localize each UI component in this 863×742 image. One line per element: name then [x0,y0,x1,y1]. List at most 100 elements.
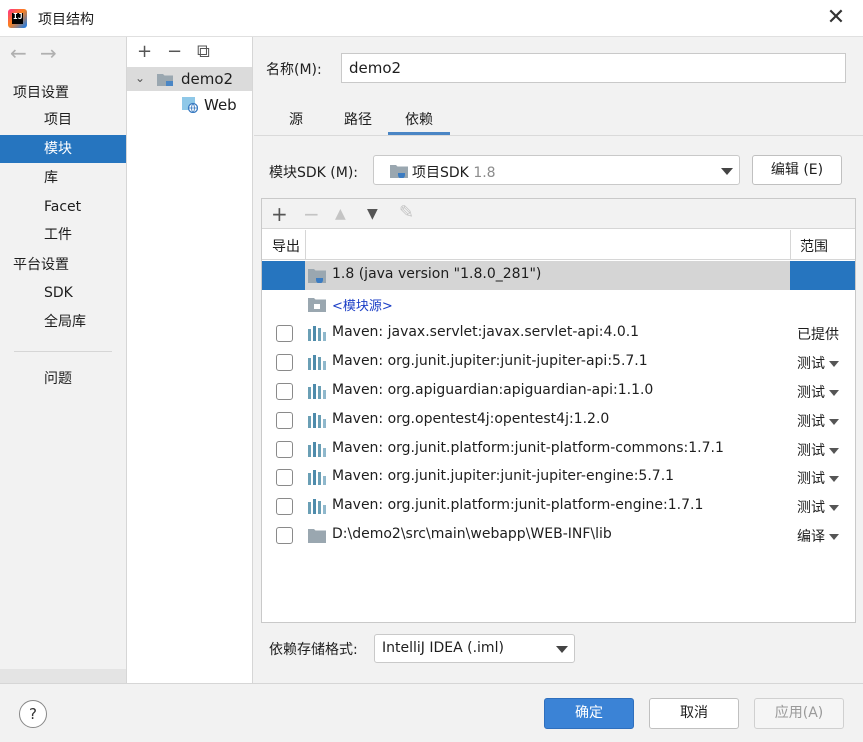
settings-sidebar: ← → 项目设置 项目 模块 库 Facet 工件 平台设置 SDK 全局库 问题 [0,37,127,683]
dialog-button-bar: ? 确定 取消 应用(A) [0,683,863,742]
dependency-label: Maven: org.opentest4j:opentest4j:1.2.0 [332,411,610,427]
move-up-icon[interactable]: ▲ [335,206,346,222]
scope-dropdown[interactable]: 测试 [797,440,839,460]
column-divider [790,230,791,260]
chevron-down-icon [829,361,839,367]
dependency-row-sdk[interactable]: 1.8 (java version "1.8.0_281") [262,261,855,290]
module-sdk-label: 模块SDK (M): [269,165,359,181]
module-settings-panel: 名称(M): demo2 源 路径 依赖 模块SDK (M): 项目SDK 1.… [254,37,863,683]
scope-dropdown[interactable]: 测试 [797,497,839,517]
dependency-row-maven[interactable]: Maven: org.junit.platform:junit-platform… [262,435,855,464]
maven-library-icon [308,499,326,514]
dependency-row-maven[interactable]: Maven: org.junit.jupiter:junit-jupiter-e… [262,463,855,492]
module-sdk-select[interactable]: 项目SDK 1.8 [373,155,740,185]
intellij-app-icon: IJ [8,9,27,28]
scope-dropdown[interactable]: 编译 [797,526,839,546]
dependency-label: Maven: org.junit.platform:junit-platform… [332,497,704,513]
module-folder-icon [157,74,173,86]
dependency-label: D:\demo2\src\main\webapp\WEB-INF\lib [332,526,612,542]
apply-button[interactable]: 应用(A) [754,698,844,729]
dependency-row-maven[interactable]: Maven: javax.servlet:javax.servlet-api:4… [262,319,855,348]
edit-sdk-button[interactable]: 编辑 (E) [752,155,842,185]
export-checkbox[interactable] [276,498,293,515]
dependency-label: <模块源> [332,299,393,314]
dependency-row-maven[interactable]: Maven: org.junit.platform:junit-platform… [262,492,855,521]
remove-icon[interactable]: − [303,202,320,226]
chevron-down-icon [829,476,839,482]
web-facet-icon [182,97,198,113]
export-checkbox[interactable] [276,354,293,371]
nav-arrows: ← → [10,41,70,65]
scope-dropdown[interactable]: 测试 [797,411,839,431]
export-checkbox[interactable] [276,412,293,429]
help-icon[interactable]: ? [19,700,47,728]
copy-icon[interactable]: ⧉ [197,41,227,62]
scope-dropdown[interactable]: 测试 [797,382,839,402]
chevron-down-icon [556,646,568,653]
source-folder-icon [308,298,326,312]
column-header-export[interactable]: 导出 [272,236,300,256]
edit-pencil-icon[interactable]: ✎ [399,202,414,223]
sidebar-item-artifacts[interactable]: 工件 [0,221,126,249]
dependency-label: Maven: org.apiguardian:apiguardian-api:1… [332,382,654,398]
chevron-down-icon [829,390,839,396]
move-down-icon[interactable]: ▼ [367,206,378,222]
column-divider [305,230,306,260]
forward-arrow-icon[interactable]: → [40,41,70,65]
chevron-down-icon [829,505,839,511]
tree-node-module[interactable]: ⌄ demo2 [127,67,252,91]
chevron-down-icon [829,419,839,425]
sdk-value: 项目SDK [412,165,469,181]
dependency-row-maven[interactable]: Maven: org.apiguardian:apiguardian-api:1… [262,377,855,406]
dependency-label: Maven: org.junit.jupiter:junit-jupiter-a… [332,353,648,369]
close-icon[interactable]: ✕ [823,6,849,32]
back-arrow-icon[interactable]: ← [10,41,40,65]
window-title: 项目结构 [38,12,94,28]
sidebar-item-modules[interactable]: 模块 [0,135,126,163]
export-checkbox[interactable] [276,325,293,342]
module-name-input[interactable]: demo2 [341,53,846,83]
sidebar-section-platform-settings: 平台设置 [13,257,69,273]
maven-library-icon [308,326,326,341]
add-icon[interactable]: + [137,41,167,62]
maven-library-icon [308,442,326,457]
remove-icon[interactable]: − [167,41,197,62]
column-header-scope[interactable]: 范围 [800,236,828,256]
sdk-folder-icon [390,165,408,178]
tree-node-web-facet[interactable]: Web [127,93,252,117]
dependency-row-maven[interactable]: Maven: org.junit.jupiter:junit-jupiter-a… [262,348,855,377]
chevron-down-icon[interactable]: ⌄ [135,71,145,85]
sidebar-section-project-settings: 项目设置 [13,85,69,101]
active-tab-indicator [388,132,450,135]
sidebar-item-project[interactable]: 项目 [0,106,126,134]
maven-library-icon [308,355,326,370]
export-checkbox[interactable] [276,383,293,400]
sidebar-scrollbar[interactable] [0,669,126,683]
tab-paths[interactable]: 路径 [344,109,372,135]
export-checkbox[interactable] [276,441,293,458]
export-checkbox[interactable] [276,527,293,544]
name-label: 名称(M): [266,62,322,78]
tabs-divider [254,135,863,136]
sidebar-item-problems[interactable]: 问题 [0,365,126,393]
tab-sources[interactable]: 源 [289,109,303,135]
scope-dropdown[interactable]: 测试 [797,468,839,488]
cancel-button[interactable]: 取消 [649,698,739,729]
dependency-row-folder[interactable]: D:\demo2\src\main\webapp\WEB-INF\lib 编译 [262,521,855,550]
dependencies-header: 导出 范围 [262,230,855,260]
sidebar-item-facet[interactable]: Facet [0,193,126,221]
add-icon[interactable]: + [271,202,288,226]
maven-library-icon [308,413,326,428]
dependency-row-module-source[interactable]: <模块源> [262,290,855,319]
scope-label[interactable]: 已提供 [797,324,839,344]
sidebar-item-libraries[interactable]: 库 [0,164,126,192]
export-checkbox[interactable] [276,469,293,486]
storage-format-value: IntelliJ IDEA (.iml) [382,640,504,656]
sidebar-item-global-libraries[interactable]: 全局库 [0,308,126,336]
ok-button[interactable]: 确定 [544,698,634,729]
storage-format-select[interactable]: IntelliJ IDEA (.iml) [374,634,575,663]
dependency-row-maven[interactable]: Maven: org.opentest4j:opentest4j:1.2.0 测… [262,406,855,435]
scope-dropdown[interactable]: 测试 [797,353,839,373]
tree-node-label: demo2 [181,70,234,88]
sidebar-item-sdk[interactable]: SDK [0,279,126,307]
